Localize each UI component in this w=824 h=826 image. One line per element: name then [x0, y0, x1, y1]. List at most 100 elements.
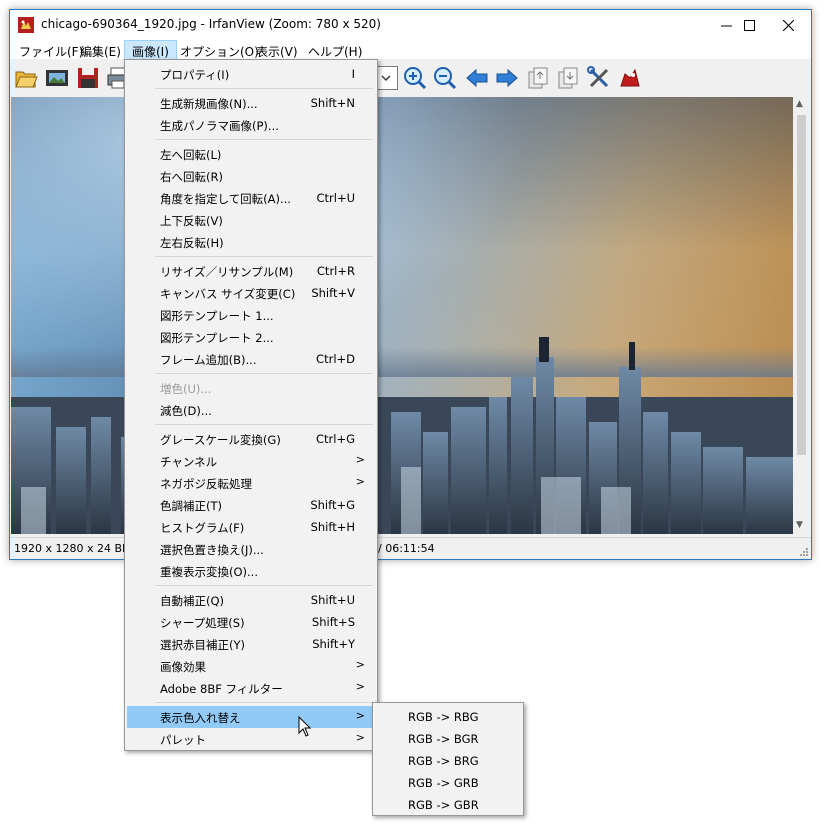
menu-item-label: 選択色置き換え(J)... — [160, 543, 264, 557]
zoom-out-button[interactable] — [433, 66, 457, 90]
menu-item-sharpen[interactable]: シャープ処理(S) Shift+S — [127, 611, 375, 633]
menu-item-label: キャンバス サイズ変更(C) — [160, 287, 296, 301]
menu-item-resize[interactable]: リサイズ／リサンプル(M) Ctrl+R — [127, 260, 375, 282]
settings-button[interactable] — [587, 66, 611, 90]
resize-grip-icon[interactable] — [799, 547, 809, 557]
menu-item-label: 図形テンプレート 1... — [160, 309, 274, 323]
menu-item-increase-colors: 増色(U)... — [127, 377, 375, 399]
menu-item-8bf-filters[interactable]: Adobe 8BF フィルター > — [127, 677, 375, 699]
tools-icon — [587, 66, 609, 88]
menu-item-rotate-left[interactable]: 左へ回転(L) — [127, 143, 375, 165]
save-button[interactable] — [76, 66, 100, 90]
close-icon — [782, 19, 794, 31]
menu-view[interactable]: 表示(V) — [249, 40, 305, 60]
scroll-down-icon[interactable]: ▼ — [796, 520, 803, 530]
vertical-scrollbar[interactable]: ▲ ▼ — [793, 97, 810, 534]
submenu-arrow-icon: > — [355, 475, 365, 488]
menu-item-histogram[interactable]: ヒストグラム(F) Shift+H — [127, 516, 375, 538]
open-icon — [15, 71, 38, 88]
submenu-item-rgb-rbg[interactable]: RGB -> RBG — [375, 706, 521, 728]
menu-item-label: 左へ回転(L) — [160, 148, 222, 162]
scroll-up-icon[interactable]: ▲ — [796, 99, 803, 109]
zoom-in-button[interactable] — [403, 66, 427, 90]
menu-item-shortcut: Ctrl+U — [316, 191, 355, 205]
menu-edit[interactable]: 編集(E) — [73, 40, 128, 60]
status-time: / 06:11:54 — [378, 542, 435, 555]
submenu-arrow-icon: > — [355, 680, 365, 693]
menu-item-grayscale[interactable]: グレースケール変換(G) Ctrl+G — [127, 428, 375, 450]
close-button[interactable] — [765, 10, 811, 40]
submenu-item-rgb-bgr[interactable]: RGB -> BGR — [375, 728, 521, 750]
menu-item-panorama[interactable]: 生成パノラマ画像(P)... — [127, 114, 375, 136]
submenu-item-label: RGB -> GRB — [408, 776, 479, 790]
menu-item-label: 左右反転(H) — [160, 236, 224, 250]
save-icon — [78, 68, 98, 88]
menu-item-label: 重複表示変換(O)... — [160, 565, 258, 579]
menu-item-auto-adjust[interactable]: 自動補正(Q) Shift+U — [127, 589, 375, 611]
menu-item-label: パレット — [160, 733, 206, 747]
next-icon — [496, 68, 518, 88]
menu-item-new-image[interactable]: 生成新規画像(N)... Shift+N — [127, 92, 375, 114]
menu-image[interactable]: 画像(I) — [124, 40, 177, 60]
menu-item-channels[interactable]: チャンネル > — [127, 450, 375, 472]
menu-item-shape-template-1[interactable]: 図形テンプレート 1... — [127, 304, 375, 326]
menu-item-decrease-colors[interactable]: 減色(D)... — [127, 399, 375, 421]
menu-separator — [155, 373, 373, 374]
irfanview-app-icon[interactable] — [18, 17, 34, 33]
mouse-cursor-icon — [298, 716, 312, 737]
menu-item-flip-horizontal[interactable]: 左右反転(H) — [127, 231, 375, 253]
irfan-icon — [620, 68, 640, 87]
menu-item-label: ヒストグラム(F) — [160, 521, 245, 535]
menu-item-rotate-right[interactable]: 右へ回転(R) — [127, 165, 375, 187]
menu-item-label: リサイズ／リサンプル(M) — [160, 265, 294, 279]
menu-item-properties[interactable]: プロパティ(I) I — [127, 63, 375, 85]
menu-item-palette[interactable]: パレット > — [127, 728, 375, 750]
swap-colors-submenu: RGB -> RBG RGB -> BGR RGB -> BRG RGB -> … — [372, 702, 524, 816]
menu-item-flip-vertical[interactable]: 上下反転(V) — [127, 209, 375, 231]
image-info: 1920 x 1280 x 24 BPP — [14, 542, 136, 555]
menu-item-label: 生成パノラマ画像(P)... — [160, 119, 279, 133]
previous-icon — [466, 68, 488, 88]
paste-button[interactable] — [556, 66, 580, 90]
about-button[interactable] — [618, 66, 642, 90]
submenu-item-rgb-brg[interactable]: RGB -> BRG — [375, 750, 521, 772]
menu-item-red-eye[interactable]: 選択赤目補正(Y) Shift+Y — [127, 633, 375, 655]
submenu-item-label: RGB -> BGR — [408, 732, 479, 746]
menu-item-shortcut: Ctrl+G — [315, 432, 355, 446]
submenu-item-rgb-grb[interactable]: RGB -> GRB — [375, 772, 521, 794]
menu-item-shortcut: Shift+U — [310, 593, 355, 607]
menu-item-shape-template-2[interactable]: 図形テンプレート 2... — [127, 326, 375, 348]
title-bar[interactable]: chicago-690364_1920.jpg - IrfanView (Zoo… — [10, 10, 811, 40]
menu-item-label: チャンネル — [160, 455, 218, 469]
menu-separator — [155, 702, 373, 703]
submenu-arrow-icon: > — [355, 658, 365, 671]
previous-button[interactable] — [465, 66, 489, 90]
menu-item-label: 減色(D)... — [160, 404, 212, 418]
menu-separator — [155, 88, 373, 89]
menu-item-overlay-convert[interactable]: 重複表示変換(O)... — [127, 560, 375, 582]
menu-item-swap-colors[interactable]: 表示色入れ替え > — [127, 706, 375, 728]
scrollbar-thumb[interactable] — [797, 115, 806, 455]
menu-help[interactable]: ヘルプ(H) — [301, 40, 369, 60]
menu-bar: ファイル(F) 編集(E) 画像(I) オプション(O) 表示(V) ヘルプ(H… — [10, 40, 811, 60]
open-button[interactable] — [14, 66, 38, 90]
menu-item-shortcut: Shift+S — [311, 615, 355, 629]
menu-item-label: シャープ処理(S) — [160, 616, 245, 630]
menu-item-custom-rotate[interactable]: 角度を指定して回転(A)... Ctrl+U — [127, 187, 375, 209]
menu-item-label: 角度を指定して回転(A)... — [160, 192, 291, 206]
slideshow-button[interactable] — [45, 66, 69, 90]
zoom-out-icon — [434, 67, 457, 90]
copy-button[interactable] — [526, 66, 550, 90]
menu-item-replace-color[interactable]: 選択色置き換え(J)... — [127, 538, 375, 560]
menu-item-effects[interactable]: 画像効果 > — [127, 655, 375, 677]
submenu-arrow-icon: > — [355, 709, 365, 722]
menu-item-canvas-size[interactable]: キャンバス サイズ変更(C) Shift+V — [127, 282, 375, 304]
menu-item-label: 図形テンプレート 2... — [160, 331, 274, 345]
menu-item-add-frame[interactable]: フレーム追加(B)... Ctrl+D — [127, 348, 375, 370]
next-button[interactable] — [495, 66, 519, 90]
submenu-item-rgb-gbr[interactable]: RGB -> GBR — [375, 794, 521, 816]
menu-item-color-correction[interactable]: 色調補正(T) Shift+G — [127, 494, 375, 516]
menu-item-shortcut: Shift+H — [310, 520, 355, 534]
menu-item-negative[interactable]: ネガポジ反転処理 > — [127, 472, 375, 494]
window-title: chicago-690364_1920.jpg - IrfanView (Zoo… — [41, 17, 381, 31]
